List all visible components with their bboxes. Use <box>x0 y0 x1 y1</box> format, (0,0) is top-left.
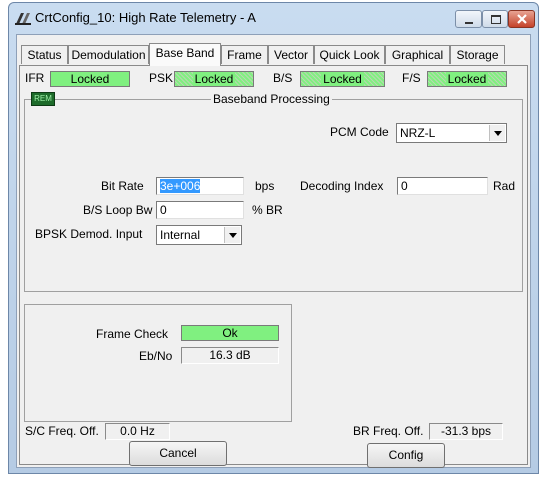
fs-status-lamp: Locked <box>427 71 507 87</box>
remote-led-icon: REM <box>31 92 55 106</box>
tab-frame[interactable]: Frame <box>221 45 268 64</box>
bit-rate-value: 3e+006 <box>160 179 201 193</box>
decoding-index-input[interactable]: 0 <box>397 177 488 195</box>
title-bar[interactable]: CrtConfig_10: High Rate Telemetry - A <box>9 3 538 33</box>
chevron-down-icon[interactable] <box>224 227 240 243</box>
bs-label: B/S <box>273 71 293 85</box>
decoding-index-unit: Rad <box>493 179 516 193</box>
psk-status-lamp: Locked <box>174 71 254 87</box>
bit-rate-label: Bit Rate <box>101 179 144 193</box>
psk-status-text: Locked <box>192 72 236 86</box>
bs-loop-bw-unit: % BR <box>252 203 283 217</box>
ebno-label: Eb/No <box>139 349 173 363</box>
sc-freq-off-readout: 0.0 Hz <box>105 423 170 440</box>
chevron-down-icon[interactable] <box>489 125 505 141</box>
minimize-icon[interactable] <box>455 10 482 28</box>
pcm-code-value: NRZ-L <box>400 126 436 140</box>
ifr-label: IFR <box>25 71 45 85</box>
bs-loop-bw-label: B/S Loop Bw <box>83 203 153 217</box>
app-window: CrtConfig_10: High Rate Telemetry - A St… <box>8 2 539 474</box>
maximize-icon[interactable] <box>482 10 508 28</box>
app-icon <box>15 13 31 25</box>
bs-status-lamp: Locked <box>300 71 385 87</box>
tab-base-band[interactable]: Base Band <box>149 43 221 66</box>
br-freq-off-label: BR Freq. Off. <box>353 424 424 438</box>
bpsk-input-select[interactable]: Internal <box>156 225 242 245</box>
pcm-code-select[interactable]: NRZ-L <box>396 123 507 143</box>
cancel-button[interactable]: Cancel <box>129 441 227 466</box>
pcm-code-label: PCM Code <box>330 125 389 139</box>
bs-status-text: Locked <box>321 72 364 86</box>
decoding-index-label: Decoding Index <box>300 179 384 193</box>
fs-status-text: Locked <box>445 72 489 86</box>
window-title: CrtConfig_10: High Rate Telemetry - A <box>35 10 256 25</box>
fs-label: F/S <box>402 71 421 85</box>
tab-storage[interactable]: Storage <box>450 45 505 64</box>
baseband-group-title: Baseband Processing <box>211 92 332 106</box>
tab-quick-look[interactable]: Quick Look <box>314 45 385 64</box>
tab-vector[interactable]: Vector <box>268 45 314 64</box>
tab-graphical[interactable]: Graphical <box>385 45 450 64</box>
dialog-client: Status Demodulation Base Band Frame Vect… <box>16 34 531 468</box>
ebno-readout: 16.3 dB <box>181 347 279 364</box>
psk-label: PSK <box>149 71 174 85</box>
frame-check-label: Frame Check <box>96 327 169 341</box>
tab-status[interactable]: Status <box>21 45 68 64</box>
tab-panel-base-band: IFR Locked PSK Locked B/S Locked F/S Loc… <box>19 65 528 465</box>
bit-rate-input[interactable]: 3e+006 <box>156 177 244 195</box>
ifr-status-lamp: Locked <box>50 71 130 87</box>
br-freq-off-readout: -31.3 bps <box>429 423 503 440</box>
sc-freq-off-label: S/C Freq. Off. <box>25 424 99 438</box>
bs-loop-bw-input[interactable]: 0 <box>156 201 244 219</box>
bpsk-input-label: BPSK Demod. Input <box>35 227 143 241</box>
config-button[interactable]: Config <box>367 443 445 468</box>
tab-demodulation[interactable]: Demodulation <box>68 45 149 64</box>
bit-rate-unit: bps <box>255 179 275 193</box>
close-icon[interactable] <box>508 10 535 28</box>
frame-check-lamp: Ok <box>181 325 279 341</box>
bpsk-input-value: Internal <box>160 228 201 242</box>
